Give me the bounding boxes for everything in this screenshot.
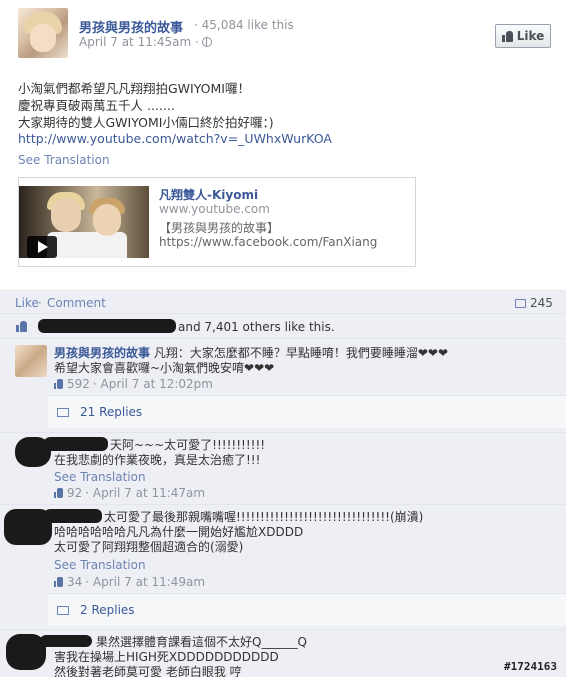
likes-summary-row: and 7,401 others like this. — [0, 313, 566, 338]
comment-line: 凡翔：大家怎麼都不睡？早點睡唷！我們要睡睡溜❤❤❤ — [150, 346, 448, 360]
comment-line: 希望大家會喜歡囉~小淘氣們晚安唷❤❤❤ — [54, 361, 275, 375]
commenter-avatar[interactable] — [15, 345, 47, 377]
comment-item: 天阿~~~太可愛了!!!!!!!!!!! 在我悲劇的作業夜晚，真是太治癒了!!!… — [0, 432, 566, 504]
replies-toggle[interactable]: 21 Replies — [48, 395, 566, 428]
see-translation-link[interactable]: See Translation — [54, 558, 146, 572]
thumbs-up-icon — [501, 30, 514, 42]
likes-summary-text[interactable]: and 7,401 others like this. — [178, 320, 335, 334]
comment-item: 果然選擇體育課看這個不太好Q______Q 害我在操場上HIGH死XDDDDDD… — [0, 629, 566, 677]
reply-icon — [57, 606, 69, 615]
comment-text: 果然選擇體育課看這個不太好Q______Q 害我在操場上HIGH死XDDDDDD… — [54, 635, 307, 677]
like-count-icon — [54, 577, 64, 587]
ufi-action-bar: Like · Comment 245 — [0, 290, 566, 313]
watermark-id: #1724163 — [504, 660, 557, 673]
shared-video-domain: www.youtube.com — [159, 202, 270, 216]
page-like-button[interactable]: Like — [495, 24, 551, 48]
post-timestamp[interactable]: April 7 at 11:45am · — [79, 35, 212, 49]
comment-time[interactable]: · April 7 at 11:47am — [85, 486, 205, 500]
comment-line: 果然選擇體育課看這個不太好Q______Q — [96, 635, 307, 649]
post-text-line-3: 大家期待的雙人GWIYOMI小倆口終於拍好囉：) — [18, 115, 274, 130]
page-likes-count: · 45,084 like this — [194, 18, 294, 32]
post-text-line-1: 小淘氣們都希望凡凡翔翔拍GWIYOMI囉！ — [18, 81, 250, 96]
shared-video-title[interactable]: 凡翔雙人-Kiyomi — [159, 186, 258, 203]
thumbs-up-icon — [16, 321, 28, 332]
comment-line: 害我在操場上HIGH死XDDDDDDDDDDD — [54, 650, 279, 664]
comment-meta: 92 · April 7 at 11:47am — [54, 486, 205, 500]
video-thumbnail[interactable] — [19, 186, 149, 258]
shared-video-attachment[interactable]: 凡翔雙人-Kiyomi www.youtube.com 【男孩與男孩的故事】 h… — [18, 177, 416, 267]
play-icon[interactable] — [27, 236, 57, 258]
thumbnail-figure — [93, 204, 121, 236]
comment-text: 天阿~~~太可愛了!!!!!!!!!!! 在我悲劇的作業夜晚，真是太治癒了!!! — [54, 438, 265, 468]
replies-count-link[interactable]: 2 Replies — [80, 603, 135, 617]
replies-count-link[interactable]: 21 Replies — [80, 405, 142, 419]
comment-count[interactable]: 245 — [515, 296, 553, 310]
comment-line: 在我悲劇的作業夜晚，真是太治癒了!!! — [54, 453, 261, 467]
like-count-icon — [54, 488, 64, 498]
globe-icon — [201, 37, 212, 47]
comment-bubble-icon — [515, 298, 526, 308]
ufi-like-link[interactable]: Like — [15, 296, 39, 310]
commenter-name[interactable]: 男孩與男孩的故事 — [54, 346, 150, 360]
comment-like-count[interactable]: 34 — [67, 575, 82, 589]
comment-meta: 592 · April 7 at 12:02pm — [54, 377, 213, 391]
comment-line: 太可愛了最後那親嘴嘴喔!!!!!!!!!!!!!!!!!!!!!!!!!!!!!… — [104, 510, 424, 524]
post-message: 小淘氣們都希望凡凡翔翔拍GWIYOMI囉！ 慶祝專頁破兩萬五千人 .......… — [18, 80, 274, 131]
comments-list: 男孩與男孩的故事 凡翔：大家怎麼都不睡？早點睡唷！我們要睡睡溜❤❤❤ 希望大家會… — [0, 338, 566, 677]
ufi-separator: · — [38, 296, 42, 310]
ufi-comment-link[interactable]: Comment — [47, 296, 106, 310]
page-avatar[interactable] — [18, 8, 68, 58]
comment-line: 哈哈哈哈哈哈凡凡為什麼一開始好尷尬XDDDD — [54, 525, 304, 539]
see-translation-link[interactable]: See Translation — [54, 470, 146, 484]
comment-line: 太可愛了阿翔翔整個超適合的(溺愛) — [54, 540, 244, 554]
see-translation-link[interactable]: See Translation — [18, 153, 110, 167]
page-name-link[interactable]: 男孩與男孩的故事 — [79, 17, 183, 36]
thumbnail-figure — [51, 198, 81, 232]
thumbnail-figure — [47, 232, 127, 258]
post-text-line-2: 慶祝專頁破兩萬五千人 ....... — [18, 98, 175, 113]
shared-video-description: 【男孩與男孩的故事】 — [159, 221, 280, 235]
comment-time[interactable]: · April 7 at 12:02pm — [93, 377, 213, 391]
comment-item: 男孩與男孩的故事 凡翔：大家怎麼都不睡？早點睡唷！我們要睡睡溜❤❤❤ 希望大家會… — [0, 338, 566, 432]
like-button-label: Like — [516, 29, 545, 43]
replies-toggle[interactable]: 2 Replies — [48, 593, 566, 626]
comment-meta: 34 · April 7 at 11:49am — [54, 575, 205, 589]
like-count-icon — [54, 379, 64, 389]
comment-item: 太可愛了最後那親嘴嘴喔!!!!!!!!!!!!!!!!!!!!!!!!!!!!!… — [0, 504, 566, 629]
comment-like-count[interactable]: 592 — [67, 377, 90, 391]
comment-text: 太可愛了最後那親嘴嘴喔!!!!!!!!!!!!!!!!!!!!!!!!!!!!!… — [54, 510, 423, 555]
comment-time[interactable]: · April 7 at 11:49am — [85, 575, 205, 589]
comment-count-value: 245 — [530, 296, 553, 310]
redacted-names — [38, 319, 176, 333]
post-time-text[interactable]: April 7 at 11:45am · — [79, 35, 199, 49]
comment-line: 天阿~~~太可愛了!!!!!!!!!!! — [110, 438, 266, 452]
reply-icon — [57, 408, 69, 417]
comment-line: 然後對著老師莫可愛 老師白眼我 哼 — [54, 665, 242, 677]
comment-text: 男孩與男孩的故事 凡翔：大家怎麼都不睡？早點睡唷！我們要睡睡溜❤❤❤ 希望大家會… — [54, 346, 448, 376]
post-story: 男孩與男孩的故事 · 45,084 like this April 7 at 1… — [0, 0, 569, 290]
comment-like-count[interactable]: 92 — [67, 486, 82, 500]
shared-video-description-url: https://www.facebook.com/FanXiang — [159, 235, 378, 249]
avatar-face — [30, 24, 56, 52]
post-url-link[interactable]: http://www.youtube.com/watch?v=_UWhxWurK… — [18, 131, 332, 146]
